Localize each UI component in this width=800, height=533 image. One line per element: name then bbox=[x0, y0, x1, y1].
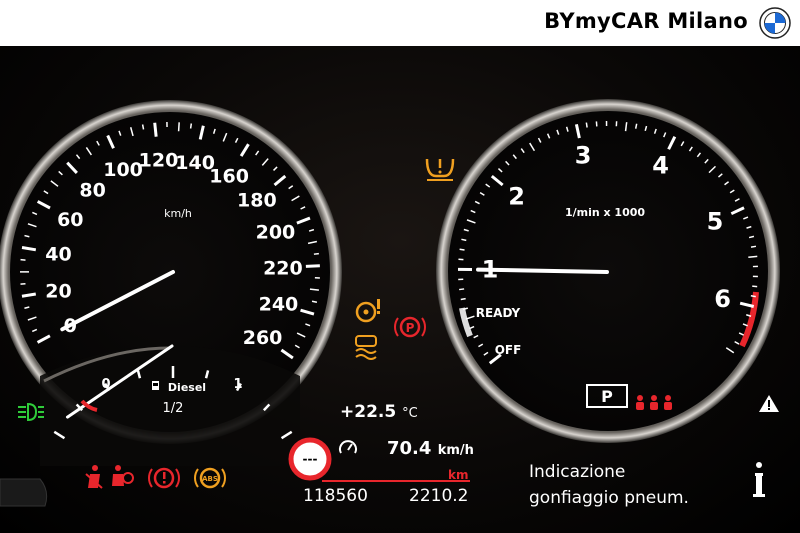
steering-warning-icon bbox=[355, 299, 380, 323]
speed-tick bbox=[177, 122, 180, 132]
speed-tick-label: 260 bbox=[243, 327, 283, 349]
fuel-type-label: Diesel bbox=[168, 381, 206, 394]
rpm-tick-label: 3 bbox=[575, 142, 592, 170]
fuel-full-label: 1 bbox=[233, 377, 242, 392]
speed-tick bbox=[153, 122, 158, 137]
rpm-tick bbox=[752, 285, 758, 288]
warning-triangle-icon bbox=[759, 395, 779, 412]
airbag-warning-icon bbox=[112, 465, 134, 486]
info-icon bbox=[753, 462, 765, 497]
rpm-tick-label: 2 bbox=[508, 182, 525, 210]
speed-tick-label: 160 bbox=[209, 166, 249, 188]
rpm-tick bbox=[634, 123, 638, 129]
rpm-tick bbox=[459, 248, 465, 251]
rpm-tick-label: 6 bbox=[714, 285, 731, 313]
speedometer-small-icon bbox=[339, 440, 357, 454]
speed-limit-sign-icon: --- bbox=[288, 437, 332, 481]
rpm-tick bbox=[750, 295, 756, 298]
trim-panel bbox=[0, 478, 48, 507]
speed-tick-label: 120 bbox=[139, 150, 179, 172]
speed-tick-label: 200 bbox=[256, 221, 296, 243]
brake-warning-icon bbox=[148, 467, 180, 489]
average-speed-unit: km/h bbox=[437, 443, 474, 458]
speed-tick bbox=[311, 300, 318, 303]
temperature-value: +22.5 bbox=[340, 402, 397, 422]
average-speed: 70.4 km/h bbox=[387, 438, 474, 459]
speed-tick-label: 60 bbox=[57, 209, 83, 231]
check-control-message: Indicazione gonfiaggio pneum. bbox=[529, 459, 689, 511]
speed-tick-label: 220 bbox=[263, 257, 303, 279]
speed-tick-label: 80 bbox=[79, 180, 105, 202]
instrument-cluster: km/h 02040608010012014016018020022024026… bbox=[0, 46, 800, 533]
dealer-header: BYmyCAR Milano bbox=[0, 0, 800, 46]
odometer: 118560 bbox=[303, 486, 368, 506]
stability-control-icon bbox=[355, 335, 377, 360]
speed-limit-value: --- bbox=[303, 452, 318, 466]
abs-warning-icon: ABS bbox=[194, 467, 226, 489]
temperature-unit: °C bbox=[402, 406, 418, 421]
speed-tick bbox=[313, 252, 319, 255]
average-speed-value: 70.4 bbox=[387, 438, 432, 459]
outside-temperature: +22.5 °C bbox=[340, 402, 418, 422]
speed-tick-label: 40 bbox=[45, 244, 71, 266]
svg-text:P: P bbox=[406, 321, 415, 335]
rpm-tick bbox=[585, 122, 588, 128]
fuel-pump-icon bbox=[152, 381, 159, 390]
speed-unit-label: km/h bbox=[164, 207, 192, 220]
speedometer: km/h 02040608010012014016018020022024026… bbox=[0, 100, 342, 466]
speed-tick bbox=[189, 123, 193, 129]
trip-unit-label: km bbox=[448, 468, 469, 482]
ready-label: READY bbox=[476, 306, 521, 320]
speed-tick bbox=[305, 264, 320, 268]
tachometer-needle bbox=[476, 267, 609, 274]
speed-tick-label: 20 bbox=[45, 280, 71, 302]
speed-tick-label: 180 bbox=[237, 190, 277, 212]
rpm-tick bbox=[459, 288, 465, 291]
fuel-half-label: 1/2 bbox=[163, 401, 184, 416]
rpm-tick bbox=[460, 297, 466, 301]
seatbelt-warning-icon bbox=[85, 465, 103, 489]
speed-tick bbox=[141, 124, 145, 130]
off-label: OFF bbox=[495, 343, 522, 357]
svg-text:ABS: ABS bbox=[202, 475, 218, 483]
speed-tick-label: 240 bbox=[259, 294, 299, 316]
gear-indicator: P bbox=[601, 387, 613, 406]
message-line-1: Indicazione bbox=[529, 462, 626, 482]
trip-meter: 2210.2 bbox=[409, 486, 469, 506]
message-line-2: gonfiaggio pneum. bbox=[529, 488, 689, 508]
parking-brake-icon: P bbox=[394, 316, 426, 338]
rpm-tick bbox=[750, 245, 757, 248]
rpm-tick bbox=[748, 255, 758, 258]
dealer-name: BYmyCAR Milano bbox=[544, 9, 748, 33]
tyre-pressure-warning-icon bbox=[425, 158, 455, 181]
rpm-unit-label: 1/min x 1000 bbox=[565, 206, 645, 219]
rpm-tick-label: 4 bbox=[652, 151, 669, 179]
seatbelt-occupancy-icon bbox=[636, 395, 672, 410]
fog-light-icon bbox=[18, 402, 44, 422]
rpm-tick-label: 5 bbox=[707, 207, 724, 235]
rpm-tick bbox=[461, 238, 467, 242]
speed-tick-label: 100 bbox=[103, 159, 143, 181]
bmw-roundel-icon bbox=[759, 7, 791, 39]
